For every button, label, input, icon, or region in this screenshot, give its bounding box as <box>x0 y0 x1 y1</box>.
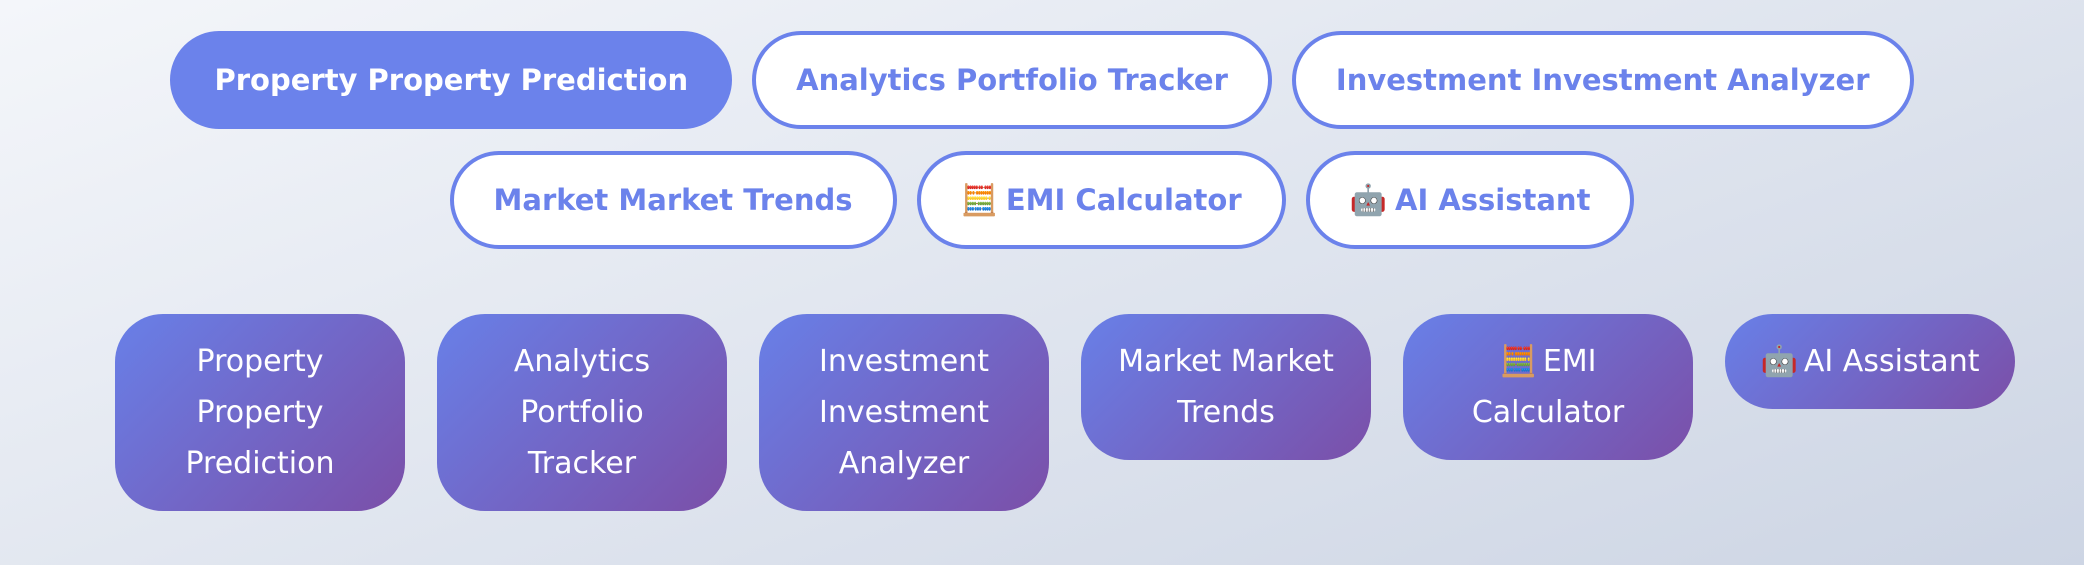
card-label: Analytics Portfolio Tracker <box>513 344 651 481</box>
tab-portfolio-tracker[interactable]: Analytics Portfolio Tracker <box>752 31 1272 129</box>
card-property-prediction[interactable]: Property Property Prediction <box>115 314 405 511</box>
tab-row-top: Property Property Prediction Analytics P… <box>0 31 2084 129</box>
tab-label: Investment Investment Analyzer <box>1335 63 1870 97</box>
tab-emi-calculator[interactable]: 🧮 EMI Calculator <box>916 151 1286 249</box>
robot-icon: 🤖 <box>1760 344 1798 379</box>
tab-market-trends[interactable]: Market Market Trends <box>449 151 897 249</box>
card-label: AI Assistant <box>1803 344 1980 379</box>
card-emi-calculator[interactable]: 🧮 EMI Calculator <box>1403 314 1693 460</box>
tab-label: AI Assistant <box>1395 183 1591 217</box>
card-label: Market Market Trends <box>1118 344 1334 430</box>
tab-label: Property Property Prediction <box>214 63 689 97</box>
abacus-icon: 🧮 <box>1499 344 1537 379</box>
card-ai-assistant[interactable]: 🤖 AI Assistant <box>1725 314 2015 409</box>
feature-card-row: Property Property Prediction Analytics P… <box>115 314 2015 511</box>
card-label: EMI Calculator <box>1471 344 1625 430</box>
tab-row-bottom: Market Market Trends 🧮 EMI Calculator 🤖 … <box>0 151 2084 249</box>
card-label: Investment Investment Analyzer <box>819 344 989 481</box>
tab-investment-analyzer[interactable]: Investment Investment Analyzer <box>1291 31 1914 129</box>
robot-icon: 🤖 <box>1349 182 1387 218</box>
tab-label: EMI Calculator <box>1005 183 1242 217</box>
card-market-trends[interactable]: Market Market Trends <box>1081 314 1371 460</box>
abacus-icon: 🧮 <box>960 182 998 218</box>
card-investment-analyzer[interactable]: Investment Investment Analyzer <box>759 314 1049 511</box>
tab-ai-assistant[interactable]: 🤖 AI Assistant <box>1305 151 1635 249</box>
card-portfolio-tracker[interactable]: Analytics Portfolio Tracker <box>437 314 727 511</box>
card-label: Property Property Prediction <box>185 344 335 481</box>
tab-label: Market Market Trends <box>493 183 853 217</box>
tab-label: Analytics Portfolio Tracker <box>796 63 1228 97</box>
tab-property-prediction[interactable]: Property Property Prediction <box>170 31 733 129</box>
